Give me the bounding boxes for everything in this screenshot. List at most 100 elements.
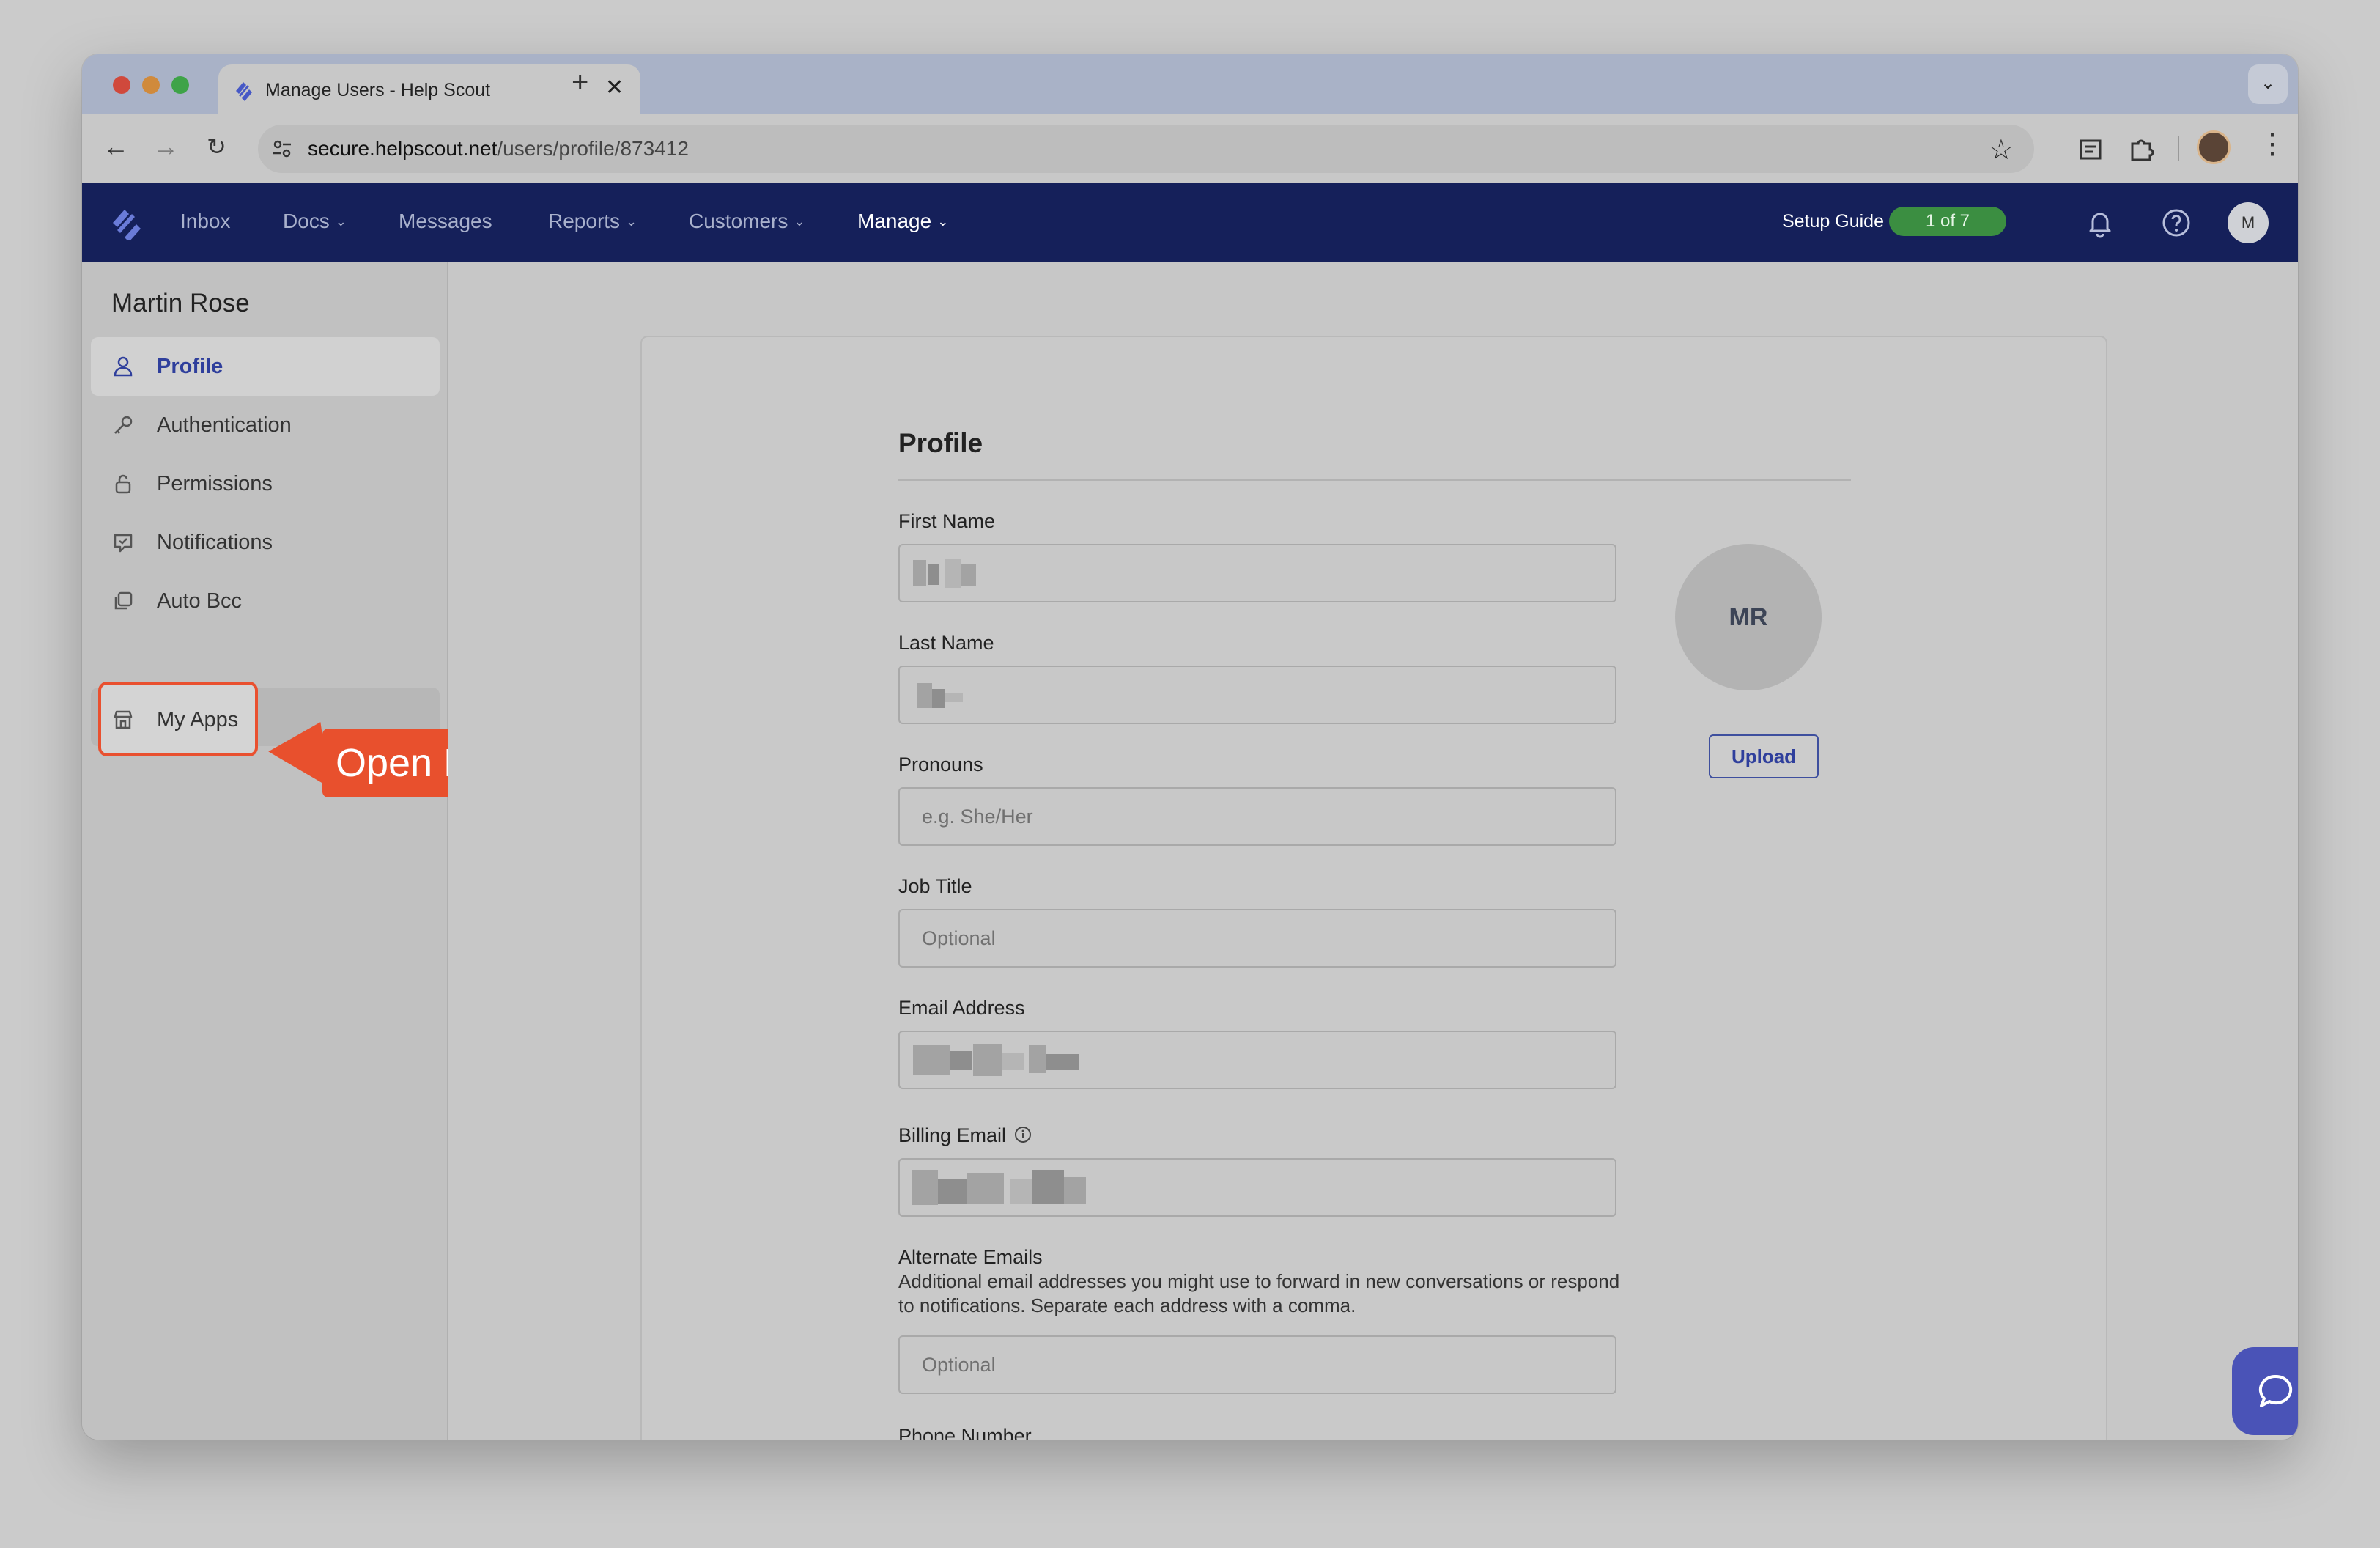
sidebar-item-permissions[interactable]: Permissions bbox=[91, 454, 440, 513]
main-content: Profile First Name Last Name Pronouns Jo… bbox=[448, 262, 2298, 1440]
chevron-down-icon: ⌄ bbox=[626, 214, 638, 229]
redacted-text bbox=[1032, 1170, 1064, 1204]
redacted-text bbox=[945, 559, 961, 588]
bookmark-star-icon[interactable]: ☆ bbox=[1989, 133, 2014, 166]
tab-title: Manage Users - Help Scout bbox=[265, 80, 491, 100]
redacted-text bbox=[932, 689, 945, 708]
new-tab-button[interactable]: + bbox=[572, 66, 588, 99]
sidebar-item-label: Auto Bcc bbox=[157, 589, 243, 613]
alternate-emails-help-text: Additional email addresses you might use… bbox=[898, 1270, 1620, 1316]
reading-mode-icon[interactable] bbox=[2072, 130, 2109, 167]
close-window-button[interactable] bbox=[113, 76, 130, 94]
redacted-text bbox=[967, 1173, 1004, 1204]
redacted-text bbox=[917, 683, 932, 708]
chat-bubble-icon bbox=[2258, 1374, 2293, 1407]
sidebar-item-profile[interactable]: Profile bbox=[91, 337, 440, 396]
tab-strip: Manage Users - Help Scout ✕ + ⌄ bbox=[82, 54, 2298, 114]
redacted-text bbox=[945, 693, 963, 702]
help-icon[interactable] bbox=[2159, 205, 2194, 240]
sidebar-item-auto-bcc[interactable]: Auto Bcc bbox=[91, 572, 440, 630]
setup-guide-progress-badge[interactable]: 1 of 7 bbox=[1889, 207, 2006, 236]
sidebar-item-label: Permissions bbox=[157, 472, 273, 495]
url-text: secure.helpscout.net/users/profile/87341… bbox=[308, 137, 689, 160]
divider bbox=[898, 479, 1851, 481]
redacted-text bbox=[913, 1045, 950, 1075]
browser-menu-icon[interactable]: ⋮ bbox=[2258, 128, 2286, 161]
forward-arrow-icon[interactable]: → bbox=[152, 132, 179, 161]
page-title: Profile bbox=[898, 428, 983, 458]
upload-button[interactable]: Upload bbox=[1709, 734, 1819, 778]
notification-icon bbox=[114, 534, 133, 553]
phone-number-label: Phone Number bbox=[898, 1425, 1032, 1440]
redacted-text bbox=[950, 1051, 972, 1070]
toolbar-divider bbox=[2178, 136, 2179, 161]
chevron-down-icon: ⌄ bbox=[937, 214, 949, 229]
close-tab-icon[interactable]: ✕ bbox=[605, 75, 624, 100]
settings-sidebar: Martin Rose Profile Authentication Permi… bbox=[82, 262, 624, 1440]
billing-email-field[interactable] bbox=[898, 1158, 1616, 1217]
pronouns-label: Pronouns bbox=[898, 753, 983, 775]
user-avatar[interactable]: M bbox=[2228, 202, 2269, 243]
billing-email-label: Billing Email bbox=[898, 1124, 1032, 1147]
user-icon bbox=[114, 356, 133, 377]
app-header: Inbox Docs ⌄ Messages Reports ⌄ Customers ⌄… bbox=[82, 183, 2298, 262]
redacted-text bbox=[913, 560, 926, 586]
sidebar-item-label: Notifications bbox=[157, 531, 273, 554]
site-settings-icon[interactable] bbox=[271, 138, 293, 160]
nav-messages[interactable]: Messages bbox=[399, 210, 492, 233]
redacted-text bbox=[1064, 1177, 1086, 1204]
nav-inbox[interactable]: Inbox bbox=[180, 210, 231, 233]
nav-docs[interactable]: Docs ⌄ bbox=[283, 210, 347, 233]
address-bar[interactable]: secure.helpscout.net/users/profile/87341… bbox=[258, 125, 2034, 173]
nav-manage[interactable]: Manage ⌄ bbox=[857, 210, 948, 233]
info-icon[interactable] bbox=[1013, 1125, 1032, 1144]
redacted-text bbox=[973, 1044, 1002, 1076]
pronouns-field[interactable] bbox=[898, 787, 1616, 846]
first-name-label: First Name bbox=[898, 510, 996, 532]
helpscout-favicon-icon bbox=[236, 82, 252, 101]
key-icon bbox=[114, 416, 133, 434]
last-name-label: Last Name bbox=[898, 632, 994, 654]
browser-toolbar: ← → ↻ secure.helpscout.net/users/profile… bbox=[82, 114, 2298, 183]
last-name-field[interactable] bbox=[898, 666, 1616, 724]
email-field[interactable] bbox=[898, 1031, 1616, 1089]
sidebar-item-label: My Apps bbox=[157, 708, 239, 731]
minimize-window-button[interactable] bbox=[142, 76, 160, 94]
profile-avatar: MR bbox=[1675, 544, 1822, 690]
sidebar-user-name: Martin Rose bbox=[111, 289, 250, 317]
sidebar-item-notifications[interactable]: Notifications bbox=[91, 513, 440, 572]
setup-guide-link[interactable]: Setup Guide bbox=[1782, 211, 1884, 232]
reload-icon[interactable]: ↻ bbox=[207, 132, 226, 161]
redacted-text bbox=[1029, 1045, 1046, 1073]
beacon-chat-button[interactable] bbox=[2232, 1347, 2298, 1435]
job-title-field[interactable] bbox=[898, 909, 1616, 968]
nav-customers[interactable]: Customers ⌄ bbox=[689, 210, 805, 233]
chevron-down-icon: ⌄ bbox=[794, 214, 805, 229]
first-name-field[interactable] bbox=[898, 544, 1616, 602]
job-title-label: Job Title bbox=[898, 875, 972, 897]
sidebar-item-label: Authentication bbox=[157, 413, 292, 437]
profile-avatar-icon[interactable] bbox=[2197, 130, 2231, 164]
copy-icon bbox=[114, 591, 133, 610]
browser-window: Manage Users - Help Scout ✕ + ⌄ ← → ↻ se… bbox=[82, 54, 2298, 1440]
bell-icon[interactable] bbox=[2082, 205, 2118, 240]
callout-pointer bbox=[265, 722, 330, 795]
redacted-text bbox=[1046, 1054, 1079, 1070]
back-arrow-icon[interactable]: ← bbox=[103, 132, 129, 161]
sidebar-item-authentication[interactable]: Authentication bbox=[91, 396, 440, 454]
maximize-window-button[interactable] bbox=[171, 76, 189, 94]
helpscout-logo-icon[interactable] bbox=[110, 207, 144, 240]
redacted-text bbox=[912, 1170, 938, 1205]
email-label: Email Address bbox=[898, 997, 1025, 1019]
redacted-text bbox=[961, 564, 976, 586]
profile-card: Profile First Name Last Name Pronouns Jo… bbox=[640, 336, 2107, 1440]
alternate-emails-field[interactable] bbox=[898, 1335, 1616, 1394]
redacted-text bbox=[938, 1179, 967, 1204]
extensions-puzzle-icon[interactable] bbox=[2124, 130, 2160, 167]
nav-reports[interactable]: Reports ⌄ bbox=[548, 210, 637, 233]
tab-search-chevron-icon[interactable]: ⌄ bbox=[2248, 64, 2288, 104]
lock-icon bbox=[115, 474, 131, 494]
sidebar-item-my-apps[interactable]: My Apps bbox=[98, 682, 258, 756]
redacted-text bbox=[1002, 1053, 1024, 1070]
chevron-down-icon: ⌄ bbox=[335, 214, 347, 229]
